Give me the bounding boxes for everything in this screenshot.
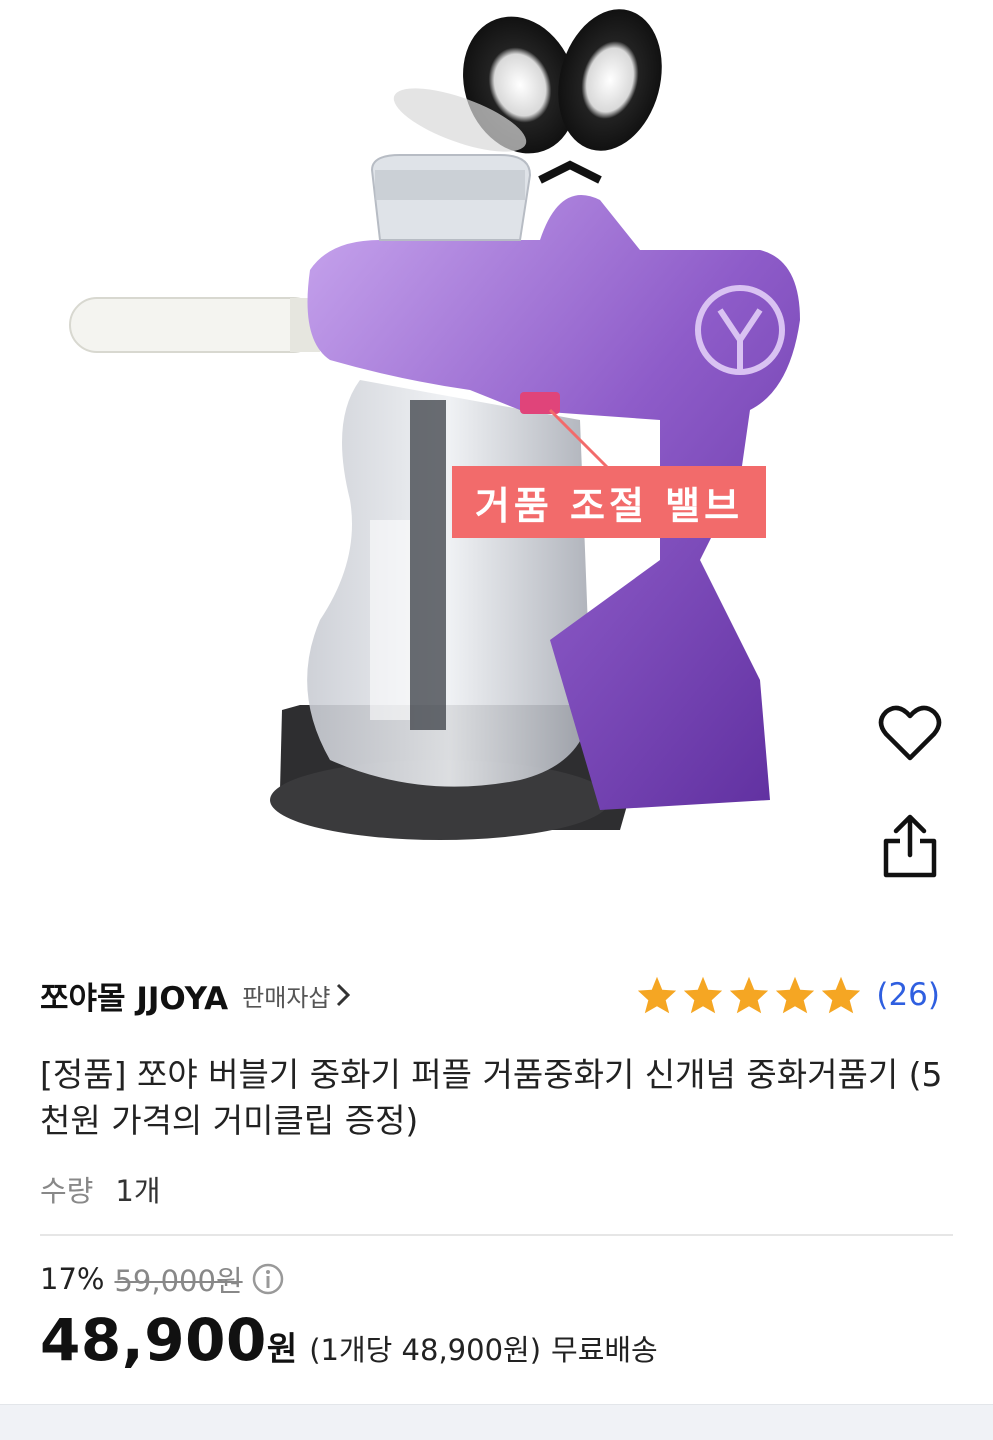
heart-outline-icon — [878, 705, 942, 761]
sale-price-currency: 원 — [266, 1329, 298, 1368]
chevron-right-icon — [337, 983, 351, 1007]
sale-price: 48,900 — [40, 1306, 267, 1374]
rating[interactable]: (26) — [636, 975, 940, 1015]
star-icon — [730, 976, 769, 1014]
quantity-row: 수량 1개 — [40, 1168, 161, 1210]
quantity-label: 수량 — [40, 1174, 94, 1208]
seller-shop-link[interactable]: 판매자샵 — [242, 978, 351, 1013]
share-icon — [883, 814, 937, 878]
unit-price: (1개당 48,900원) — [309, 1333, 542, 1367]
seller-row: 쪼야몰 JJOYA 판매자샵 (26) — [40, 968, 940, 1022]
star-rating — [636, 975, 862, 1015]
star-icon — [684, 976, 723, 1014]
divider — [40, 1234, 953, 1236]
info-icon — [252, 1263, 283, 1295]
star-icon — [822, 976, 861, 1014]
valve-callout-label: 거품 조절 밸브 — [452, 466, 766, 538]
bubble-gun-illustration — [69, 9, 800, 840]
shipping-label: 무료배송 — [551, 1333, 658, 1367]
quantity-value: 1개 — [115, 1174, 161, 1208]
price-row: 48,900 원 (1개당 48,900원) 무료배송 — [40, 1306, 658, 1376]
seller-name: 쪼야몰 JJOYA — [40, 980, 229, 1017]
product-image: 거품 조절 밸브 — [0, 0, 993, 930]
price-info-button[interactable] — [251, 1262, 285, 1296]
like-button[interactable] — [872, 698, 948, 768]
star-icon — [776, 976, 815, 1014]
star-icon — [638, 976, 677, 1014]
product-title: [정품] 쪼야 버블기 중화기 퍼플 거품중화기 신개념 중화거품기 (5천원 … — [40, 1055, 943, 1140]
seller-shop-label: 판매자샵 — [242, 983, 331, 1012]
discount-row: 17% 59,000원 — [40, 1258, 285, 1300]
share-button[interactable] — [876, 810, 944, 882]
original-price: 59,000원 — [114, 1264, 243, 1298]
bottom-bar — [0, 1404, 993, 1440]
review-count: (26) — [876, 977, 940, 1013]
discount-rate: 17% — [40, 1262, 105, 1296]
